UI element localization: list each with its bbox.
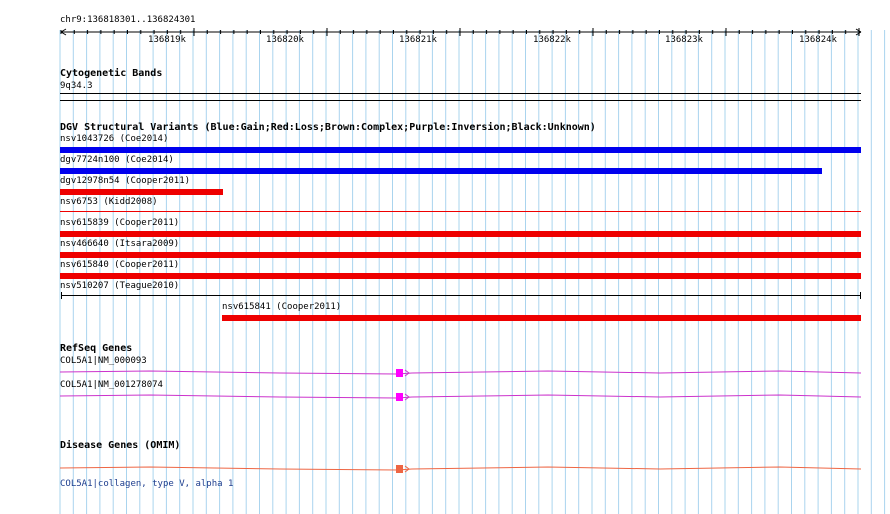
variant-bar[interactable] (60, 252, 861, 258)
omim-gene-model[interactable] (0, 462, 890, 476)
variant-label[interactable]: nsv466640 (Itsara2009) (60, 239, 179, 250)
variant-label[interactable]: nsv6753 (Kidd2008) (60, 197, 158, 208)
variant-bar[interactable] (60, 168, 822, 174)
ruler-tick-label: 136820k (266, 35, 304, 45)
variant-end-cap (61, 292, 62, 299)
variant-end-cap (860, 292, 861, 299)
scale-ruler[interactable] (0, 26, 890, 40)
ruler-tick-label: 136821k (399, 35, 437, 45)
variant-bar[interactable] (60, 273, 861, 279)
variant-label[interactable]: nsv510207 (Teague2010) (60, 281, 179, 292)
exon-block[interactable] (396, 393, 403, 401)
refseq-gene-model[interactable] (0, 366, 890, 380)
chromosome-position-label: chr9:136818301..136824301 (60, 15, 196, 25)
variant-bar[interactable] (60, 189, 223, 195)
dgv-track-title: DGV Structural Variants (Blue:Gain;Red:L… (60, 122, 596, 133)
ruler-tick-label: 136823k (665, 35, 703, 45)
cytogenetic-track-title: Cytogenetic Bands (60, 68, 163, 79)
omim-gene-link[interactable]: COL5A1|collagen, type V, alpha 1 (60, 479, 233, 490)
variant-label[interactable]: nsv1043726 (Coe2014) (60, 134, 168, 145)
intron-line (59, 466, 862, 471)
cytoband-line-upper (60, 93, 861, 94)
refseq-track-title: RefSeq Genes (60, 343, 133, 354)
variant-label[interactable]: nsv615839 (Cooper2011) (60, 218, 179, 229)
variant-label[interactable]: nsv615841 (Cooper2011) (222, 302, 341, 313)
variant-bar[interactable] (61, 295, 861, 296)
ruler-tick-label: 136824k (799, 35, 837, 45)
exon-block[interactable] (396, 369, 403, 377)
cytoband-line-lower (60, 100, 861, 101)
cytoband-label[interactable]: 9q34.3 (60, 81, 93, 92)
ruler-tick-label: 136819k (148, 35, 186, 45)
exon-block[interactable] (396, 465, 403, 473)
variant-bar[interactable] (222, 315, 861, 321)
disease-track-title: Disease Genes (OMIM) (60, 440, 181, 451)
variant-bar[interactable] (60, 231, 861, 237)
intron-line (59, 370, 862, 375)
variant-bar[interactable] (60, 147, 861, 153)
intron-line (59, 394, 862, 399)
genome-browser-panel: chr9:136818301..136824301 136819k 136820k… (0, 0, 890, 514)
variant-bar[interactable] (60, 211, 861, 212)
variant-label[interactable]: dgv12978n54 (Cooper2011) (60, 176, 190, 187)
variant-label[interactable]: dgv7724n100 (Coe2014) (60, 155, 174, 166)
ruler-tick-label: 136822k (533, 35, 571, 45)
refseq-gene-model[interactable] (0, 390, 890, 404)
variant-label[interactable]: nsv615840 (Cooper2011) (60, 260, 179, 271)
